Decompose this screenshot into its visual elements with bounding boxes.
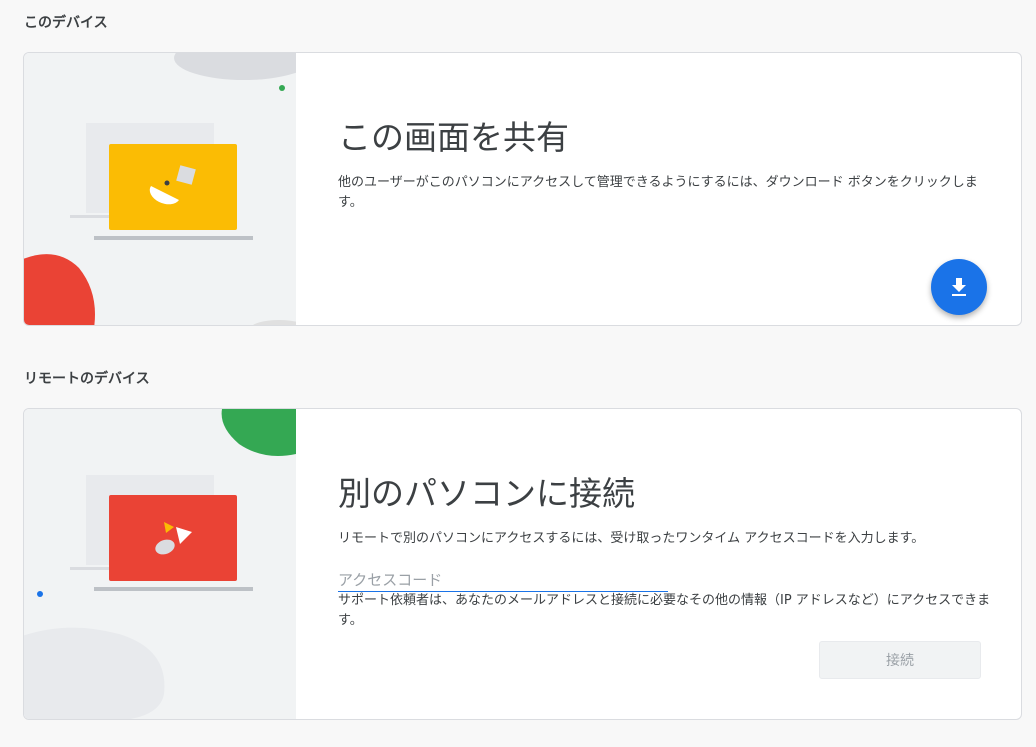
laptop-share-illustration — [24, 53, 296, 325]
remote-connect-card: 別のパソコンに接続 リモートで別のパソコンにアクセスするには、受け取ったワンタイ… — [23, 408, 1022, 720]
remote-connect-title: 別のパソコンに接続 — [338, 474, 635, 513]
section-label-this-device: このデバイス — [24, 15, 108, 31]
share-screen-title: この画面を共有 — [338, 118, 569, 157]
share-screen-description: 他のユーザーがこのパソコンにアクセスして管理できるようにするには、ダウンロード … — [338, 175, 978, 210]
remote-connect-illustration — [24, 409, 296, 719]
laptop-remote-illustration — [24, 409, 296, 719]
share-screen-illustration — [24, 53, 296, 325]
section-label-remote-device: リモートのデバイス — [24, 371, 150, 387]
remote-connect-description: リモートで別のパソコンにアクセスするには、受け取ったワンタイム アクセスコードを… — [338, 531, 925, 546]
share-screen-card: この画面を共有 他のユーザーがこのパソコンにアクセスして管理できるようにするには… — [23, 52, 1022, 326]
connect-button[interactable]: 接続 — [819, 641, 981, 679]
access-code-input[interactable] — [338, 569, 668, 592]
access-code-helper-text: サポート依頼者は、あなたのメールアドレスと接続に必要なその他の情報（IP アドレ… — [338, 593, 991, 628]
download-button[interactable] — [931, 259, 987, 315]
download-icon — [952, 278, 966, 296]
